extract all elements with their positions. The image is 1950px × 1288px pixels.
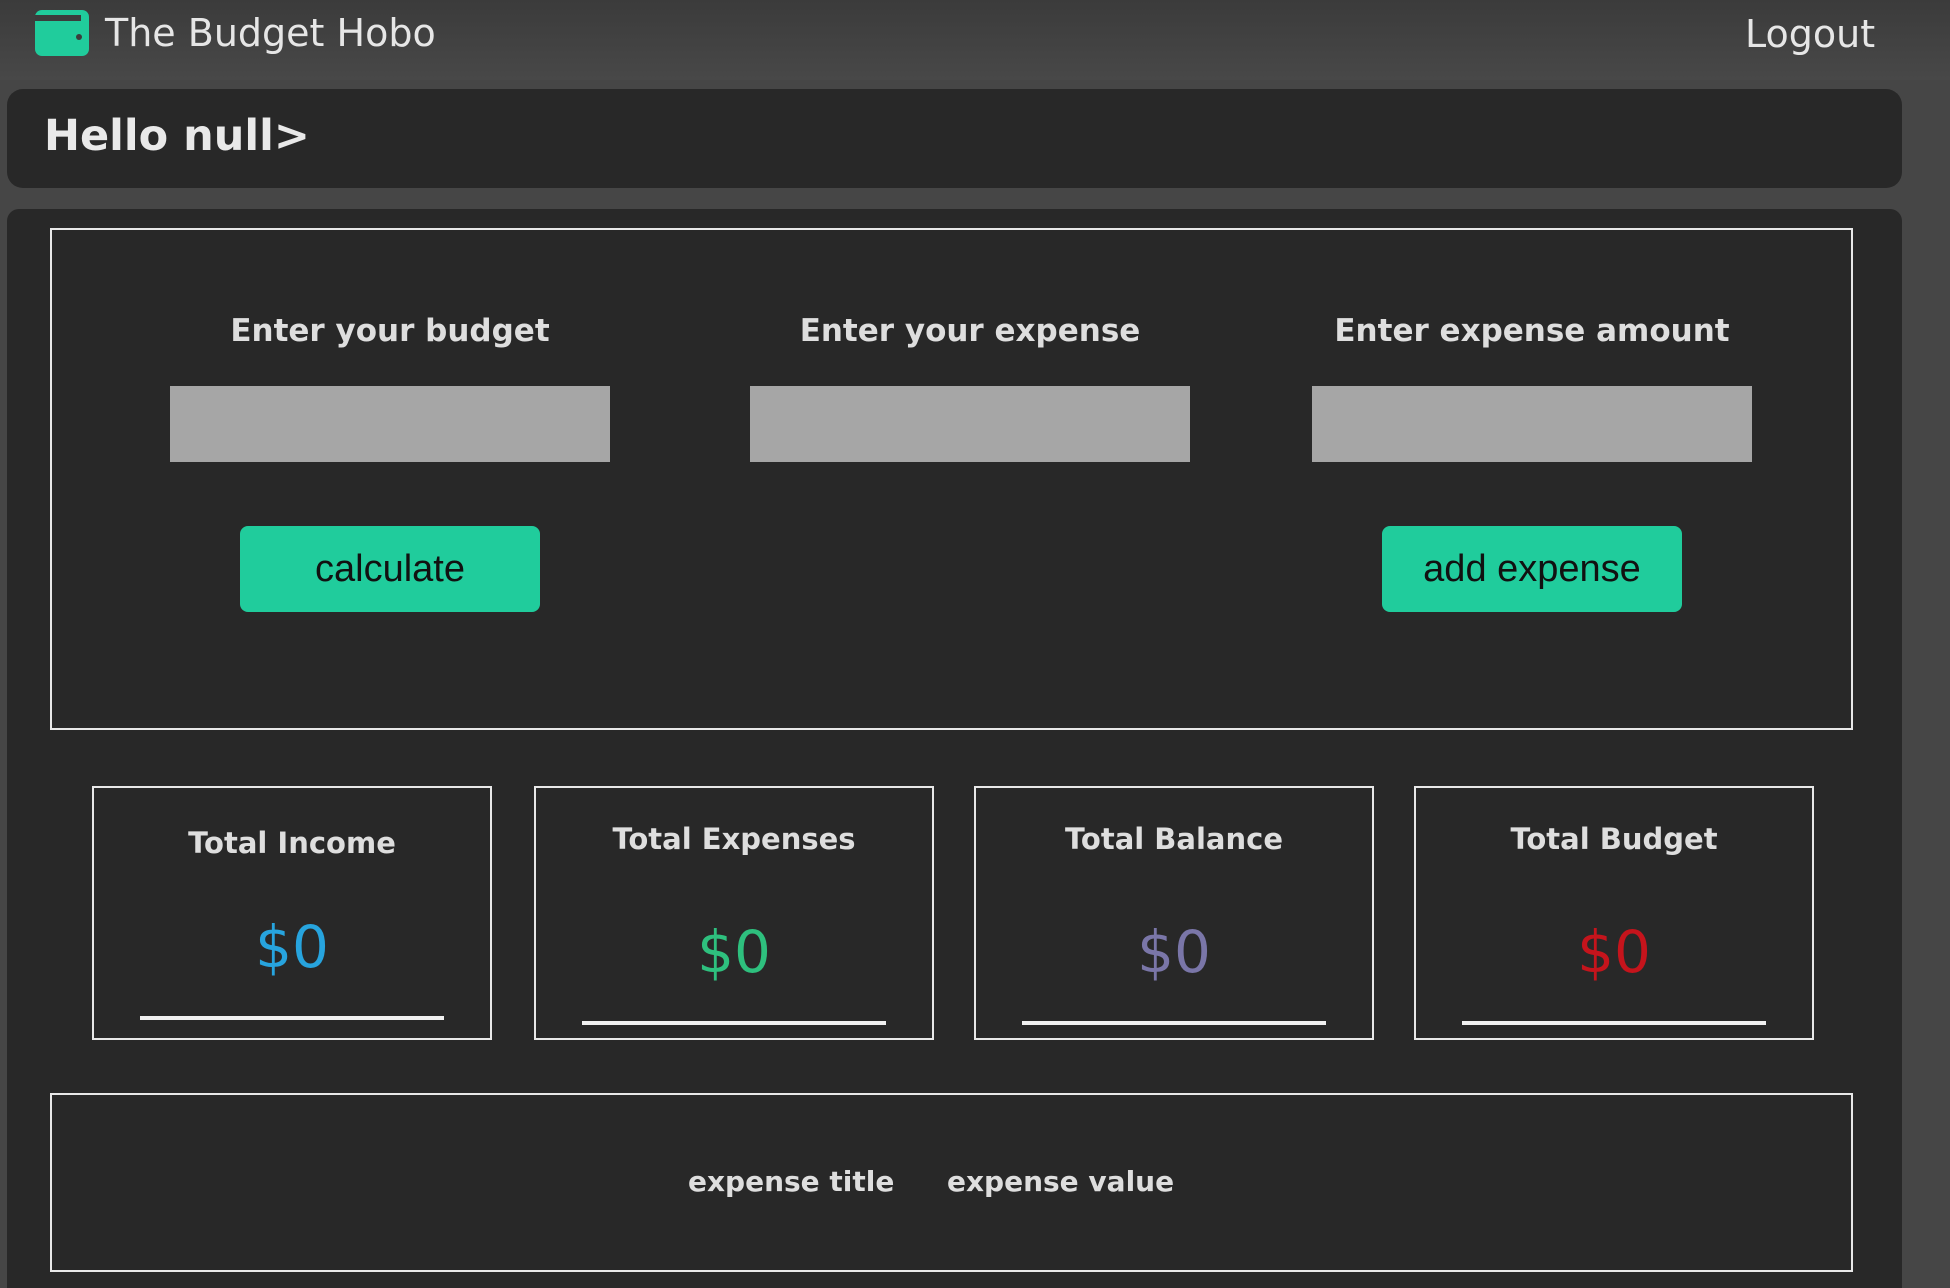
card-divider: [1462, 1021, 1766, 1025]
budget-input[interactable]: [170, 386, 610, 462]
card-value: $0: [697, 918, 771, 986]
app-title: The Budget Hobo: [105, 11, 436, 55]
card-title: Total Balance: [1064, 822, 1283, 856]
card-value: $0: [255, 913, 329, 981]
brand[interactable]: The Budget Hobo: [35, 10, 436, 56]
card-divider: [1022, 1021, 1326, 1025]
expense-amount-label: Enter expense amount: [1334, 313, 1730, 349]
card-title: Total Budget: [1510, 822, 1718, 856]
total-expenses-card: Total Expenses $0: [534, 786, 934, 1040]
total-balance-card: Total Balance $0: [974, 786, 1374, 1040]
calculate-button[interactable]: calculate: [240, 526, 540, 612]
logout-link[interactable]: Logout: [1745, 12, 1875, 56]
budget-form: [50, 228, 1853, 730]
expense-title-header: expense title: [688, 1165, 895, 1198]
card-value: $0: [1137, 918, 1211, 986]
card-value: $0: [1577, 918, 1651, 986]
budget-label: Enter your budget: [230, 313, 550, 349]
card-title: Total Expenses: [612, 822, 856, 856]
wallet-icon: [35, 10, 89, 56]
expense-value-header: expense value: [947, 1165, 1175, 1198]
expense-title-input[interactable]: [750, 386, 1190, 462]
card-title: Total Income: [188, 826, 396, 860]
top-bar: The Budget Hobo Logout: [0, 0, 1950, 80]
card-divider: [582, 1021, 886, 1025]
greeting-heading: Hello null>: [44, 111, 310, 161]
total-budget-card: Total Budget $0: [1414, 786, 1814, 1040]
add-expense-button[interactable]: add expense: [1382, 526, 1682, 612]
card-divider: [140, 1016, 444, 1020]
total-income-card: Total Income $0: [92, 786, 492, 1040]
expense-title-label: Enter your expense: [799, 313, 1141, 349]
greeting-panel: Hello null>: [7, 89, 1902, 188]
expense-list: expense title expense value: [50, 1093, 1853, 1272]
expense-amount-input[interactable]: [1312, 386, 1752, 462]
